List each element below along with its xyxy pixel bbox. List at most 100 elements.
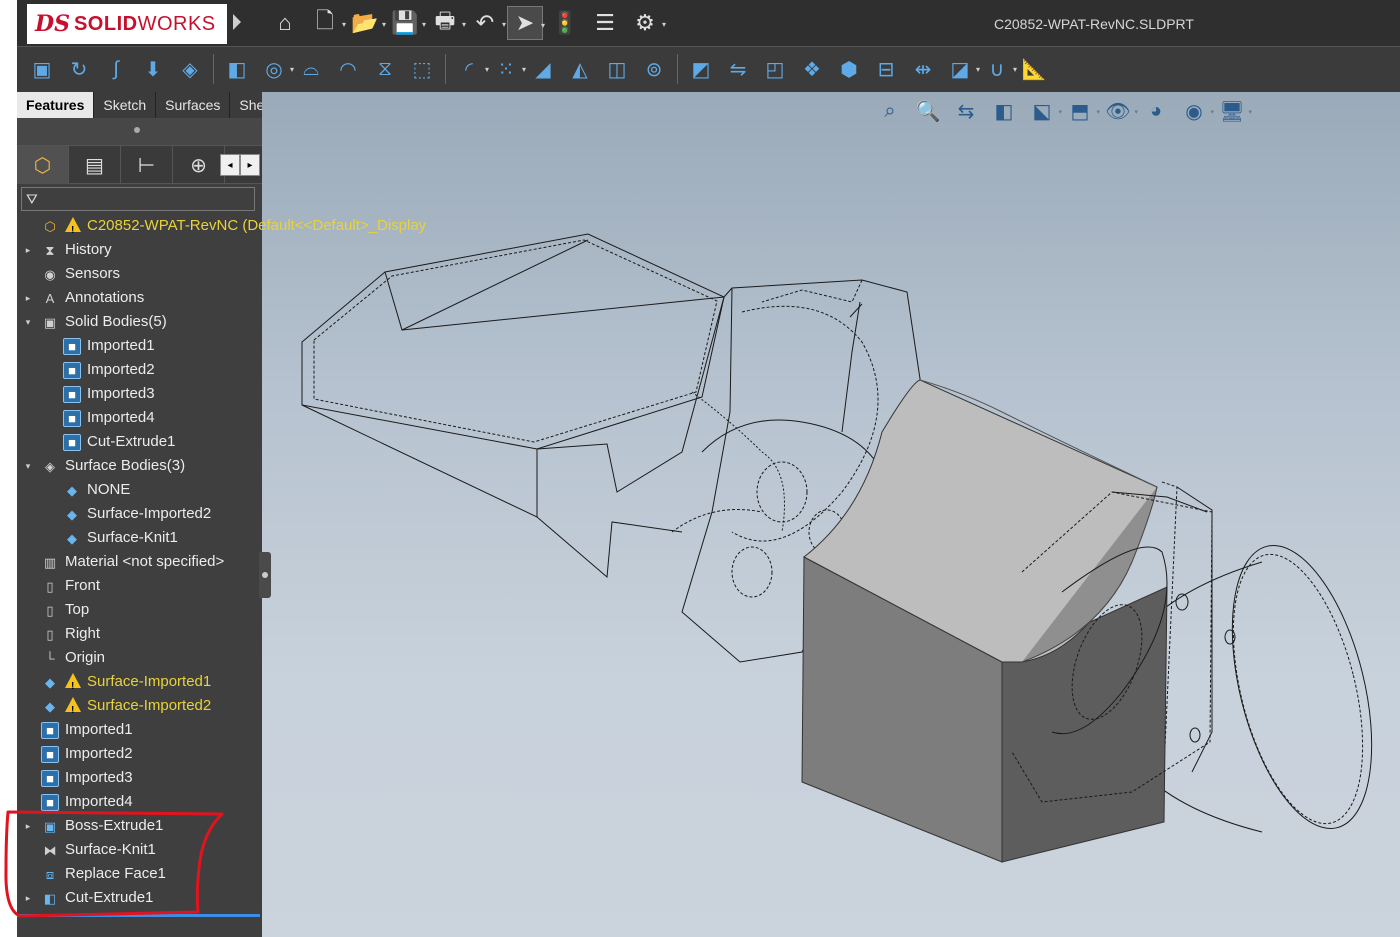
tree-node[interactable]: ■ Imported4 bbox=[17, 406, 262, 430]
zoom-to-area-icon[interactable]: 🔍 bbox=[912, 96, 944, 126]
tree-node[interactable]: ▸ ▣ Boss-Extrude1 bbox=[17, 814, 262, 838]
rebuild-traffic-light-icon[interactable]: 🚦 bbox=[547, 6, 583, 40]
tree-node[interactable]: ▯ Top bbox=[17, 598, 262, 622]
scroll-right-button[interactable]: ▸ bbox=[240, 154, 260, 176]
draft-icon[interactable]: ◭ bbox=[563, 53, 597, 85]
rib-icon[interactable]: ◢ bbox=[526, 53, 560, 85]
hole-wizard-icon[interactable]: ◎ ▾ bbox=[257, 53, 294, 85]
tree-node[interactable]: ▯ Front bbox=[17, 574, 262, 598]
tree-node[interactable]: ▾ ◈ Surface Bodies(3) bbox=[17, 454, 262, 478]
dropdown-arrow-icon[interactable]: ▾ bbox=[1210, 108, 1214, 116]
lofted-boss-icon[interactable]: ⬇ bbox=[136, 53, 170, 85]
tree-node[interactable]: ▸ ◧ Cut-Extrude1 bbox=[17, 886, 262, 910]
tree-node[interactable]: ⧈ Replace Face1 bbox=[17, 862, 262, 886]
dropdown-arrow-icon[interactable]: ▾ bbox=[342, 20, 346, 29]
dropdown-arrow-icon[interactable]: ▾ bbox=[502, 20, 506, 29]
tab-sketch[interactable]: Sketch bbox=[94, 92, 157, 118]
zoom-to-fit-icon[interactable]: ⌕ bbox=[874, 96, 906, 126]
open-folder-icon[interactable]: 📂 ▾ bbox=[347, 6, 386, 40]
view-orientation-icon[interactable]: ⬕ ▾ bbox=[1026, 96, 1062, 126]
tree-node[interactable]: ◆ Surface-Imported2 bbox=[17, 502, 262, 526]
panel-collapse-handle[interactable] bbox=[259, 552, 271, 598]
tree-node[interactable]: ■ Imported3 bbox=[17, 766, 262, 790]
tree-node[interactable]: ▸ ⧗ History bbox=[17, 238, 262, 262]
options-gear-icon[interactable]: ⚙ ▾ bbox=[627, 6, 666, 40]
measure-icon[interactable]: 📐 bbox=[1017, 53, 1051, 85]
undo-icon[interactable]: ↶ ▾ bbox=[467, 6, 506, 40]
menu-flyout-arrow-icon[interactable] bbox=[233, 14, 241, 30]
apply-scene-icon[interactable]: ◉ ▾ bbox=[1178, 96, 1214, 126]
display-style-icon[interactable]: ⬒ ▾ bbox=[1064, 96, 1100, 126]
expand-arrow-icon[interactable]: ▸ bbox=[23, 814, 33, 838]
curve-icon[interactable]: ∪ ▾ bbox=[980, 53, 1017, 85]
expand-arrow-icon[interactable]: ▸ bbox=[23, 238, 33, 262]
tree-node[interactable]: └ Origin bbox=[17, 646, 262, 670]
new-document-icon[interactable]: 🗋 ▾ bbox=[307, 6, 346, 40]
extruded-cut-icon[interactable]: ◧ bbox=[220, 53, 254, 85]
tree-node[interactable]: ⬡ C20852-WPAT-RevNC (Default<<Default>_Di… bbox=[17, 214, 426, 243]
solidworks-logo[interactable]: DS SOLIDWORKS bbox=[27, 4, 227, 44]
split-icon[interactable]: ⊟ bbox=[869, 53, 903, 85]
dimxpertmanager-icon[interactable]: ⊕ bbox=[173, 146, 225, 184]
tree-node[interactable]: ■ Imported4 bbox=[17, 790, 262, 814]
swept-cut-icon[interactable]: ◠ bbox=[331, 53, 365, 85]
tree-filter-input[interactable]: ⛛ bbox=[21, 187, 255, 211]
tree-node[interactable]: ◆ Surface-Imported1 bbox=[17, 670, 262, 699]
dropdown-arrow-icon[interactable]: ▾ bbox=[1058, 108, 1062, 116]
curves-icon[interactable]: ❖ bbox=[795, 53, 829, 85]
hide-show-items-icon[interactable]: 👁 ▾ bbox=[1102, 96, 1138, 126]
expand-arrow-icon[interactable]: ▸ bbox=[23, 886, 33, 910]
tree-node[interactable]: ▸ A Annotations bbox=[17, 286, 262, 310]
instant3d-icon[interactable]: ⬢ bbox=[832, 53, 866, 85]
tree-node[interactable]: ◆ Surface-Knit1 bbox=[17, 526, 262, 550]
collapse-arrow-icon[interactable]: ▾ bbox=[23, 454, 33, 478]
home-icon[interactable]: ⌂ bbox=[267, 6, 303, 40]
tree-node[interactable]: ▯ Right bbox=[17, 622, 262, 646]
configurationmanager-icon[interactable]: ⊢ bbox=[121, 146, 173, 184]
rollback-bar[interactable] bbox=[17, 914, 260, 917]
reference-icon[interactable]: ◪ ▾ bbox=[943, 53, 980, 85]
wrap-icon[interactable]: ⊚ bbox=[637, 53, 671, 85]
part-model-view[interactable] bbox=[262, 92, 1400, 937]
propertymanager-icon[interactable]: ▤ bbox=[69, 146, 121, 184]
mirror-icon[interactable]: ⇋ bbox=[721, 53, 755, 85]
featuremanager-tree-icon[interactable]: ⬡ bbox=[17, 146, 69, 184]
extruded-boss-icon[interactable]: ▣ bbox=[25, 53, 59, 85]
reference-geometry-icon[interactable]: ◰ bbox=[758, 53, 792, 85]
save-icon[interactable]: 💾 ▾ bbox=[387, 6, 426, 40]
boundary-boss-icon[interactable]: ◈ bbox=[173, 53, 207, 85]
tab-surfaces[interactable]: Surfaces bbox=[156, 92, 231, 118]
collapse-arrow-icon[interactable]: ▾ bbox=[23, 310, 33, 334]
tree-node[interactable]: ■ Imported2 bbox=[17, 358, 262, 382]
tree-node[interactable]: ▥ Material <not specified> bbox=[17, 550, 262, 574]
shell-icon[interactable]: ◫ bbox=[600, 53, 634, 85]
file-properties-icon[interactable]: ☰ bbox=[587, 6, 623, 40]
revolved-boss-icon[interactable]: ↻ bbox=[62, 53, 96, 85]
dropdown-arrow-icon[interactable]: ▾ bbox=[1134, 108, 1138, 116]
tree-node[interactable]: ■ Cut-Extrude1 bbox=[17, 430, 262, 454]
tab-features[interactable]: Features bbox=[17, 92, 95, 118]
tree-node[interactable]: ▾ ▣ Solid Bodies(5) bbox=[17, 310, 262, 334]
dropdown-arrow-icon[interactable]: ▾ bbox=[462, 20, 466, 29]
graphics-area[interactable]: ⌕ 🔍 ⇆ ◧ ⬕ ▾ ⬒ ▾ 👁 ▾ ◕ ◉ ▾ 🖥 ▾ bbox=[262, 92, 1400, 937]
expand-arrow-icon[interactable]: ▸ bbox=[23, 286, 33, 310]
previous-view-icon[interactable]: ⇆ bbox=[950, 96, 982, 126]
dropdown-arrow-icon[interactable]: ▾ bbox=[422, 20, 426, 29]
tree-node[interactable]: ■ Imported1 bbox=[17, 718, 262, 742]
select-pointer-icon[interactable]: ➤ ▾ bbox=[507, 6, 545, 40]
dropdown-arrow-icon[interactable]: ▾ bbox=[541, 21, 545, 30]
section-view-icon[interactable]: ◧ bbox=[988, 96, 1020, 126]
tree-node[interactable]: ◆ Surface-Imported2 bbox=[17, 694, 262, 723]
tree-node[interactable]: ◆ NONE bbox=[17, 478, 262, 502]
scroll-left-button[interactable]: ◂ bbox=[220, 154, 240, 176]
print-icon[interactable]: 🖶 ▾ bbox=[427, 6, 466, 40]
tree-node[interactable]: ⧓ Surface-Knit1 bbox=[17, 838, 262, 862]
intersect-icon[interactable]: ◩ bbox=[684, 53, 718, 85]
lofted-cut-icon[interactable]: ⧖ bbox=[368, 53, 402, 85]
view-settings-icon[interactable]: 🖥 ▾ bbox=[1216, 96, 1252, 126]
dropdown-arrow-icon[interactable]: ▾ bbox=[662, 20, 666, 29]
tree-node[interactable]: ■ Imported2 bbox=[17, 742, 262, 766]
panel-splitter-handle[interactable] bbox=[17, 118, 262, 146]
tree-node[interactable]: ■ Imported3 bbox=[17, 382, 262, 406]
fillet-icon[interactable]: ◜ ▾ bbox=[452, 53, 489, 85]
